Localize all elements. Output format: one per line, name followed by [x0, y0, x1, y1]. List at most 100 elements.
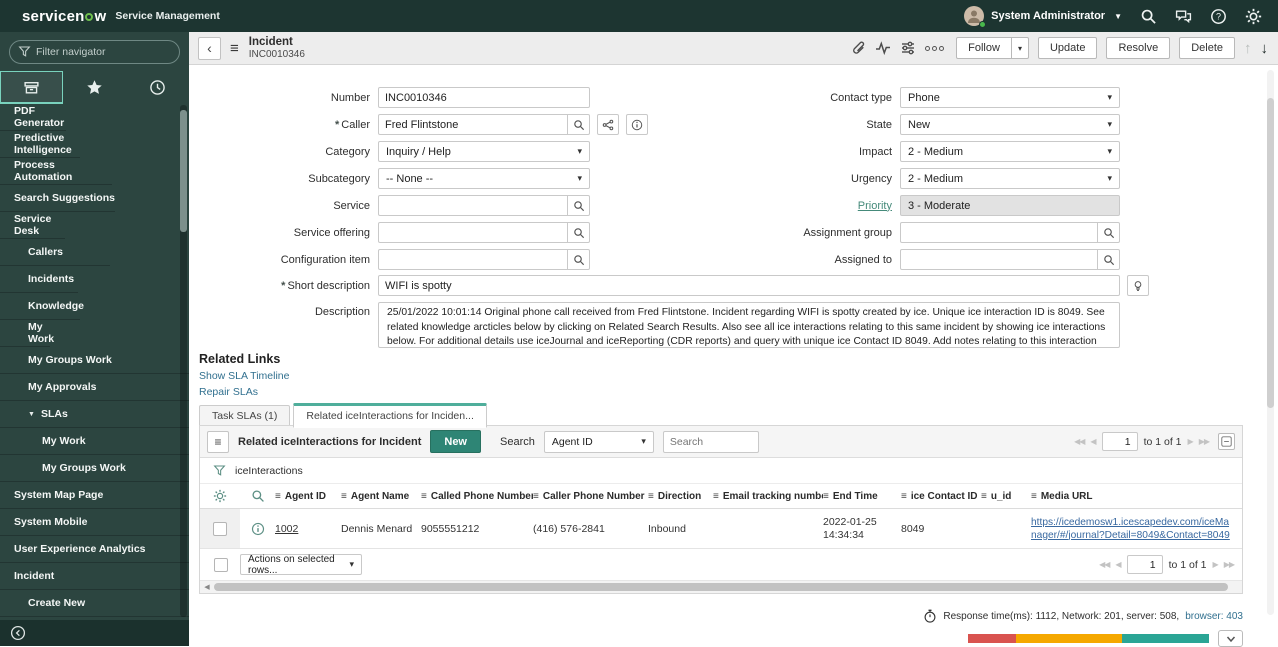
column-menu-icon[interactable]: ≡ [713, 491, 719, 502]
last-page-icon[interactable]: ▶▶ [1224, 560, 1235, 569]
gear-icon[interactable] [1245, 8, 1262, 25]
follow-button[interactable]: Follow [956, 37, 1012, 59]
column-menu-icon[interactable]: ≡ [1031, 491, 1037, 502]
resolve-button[interactable]: Resolve [1106, 37, 1171, 59]
sidebar-item[interactable]: ▼ My Work [0, 428, 189, 455]
column-menu-icon[interactable]: ≡ [901, 491, 907, 502]
sidebar-item[interactable]: ▼ User Experience Analytics [0, 536, 189, 563]
sidebar-item[interactable]: ▼ Service Desk [0, 212, 65, 239]
user-menu[interactable]: System Administrator ▼ [964, 6, 1122, 28]
sidebar-scrollbar-thumb[interactable] [180, 110, 187, 232]
servicenow-logo[interactable]: servicen w [22, 8, 106, 25]
new-button[interactable]: New [430, 430, 481, 453]
column-menu-icon[interactable]: ≡ [823, 491, 829, 502]
assigned-to-lookup-button[interactable] [1098, 249, 1120, 270]
response-browser-link[interactable]: browser: 403 [1185, 611, 1243, 622]
sidebar-item[interactable]: ▼ PDF Generator [0, 104, 66, 131]
page-number-input[interactable] [1126, 555, 1163, 574]
back-button[interactable]: ‹ [198, 36, 221, 60]
next-page-icon[interactable]: ▶ [1188, 437, 1194, 446]
repair-slas-link[interactable]: Repair SLAs [199, 386, 289, 398]
expand-timing-button[interactable] [1218, 630, 1243, 647]
first-page-icon[interactable]: ◀◀ [1074, 437, 1085, 446]
tab-related-iceinteractions[interactable]: Related iceInteractions for Inciden... [293, 403, 487, 428]
attachment-icon[interactable] [850, 40, 866, 56]
column-menu-icon[interactable]: ≡ [981, 491, 987, 502]
column-menu-icon[interactable]: ≡ [533, 491, 539, 502]
form-context-menu-icon[interactable]: ≡ [230, 40, 239, 57]
page-number-input[interactable] [1101, 432, 1138, 451]
column-header[interactable]: ≡ Agent Name [341, 491, 421, 502]
breadcrumb-all-link[interactable]: iceInteractions [235, 465, 303, 477]
sidebar-item[interactable]: ▼ Search Suggestions [0, 185, 115, 212]
column-header[interactable]: ≡ Email tracking number [713, 491, 823, 502]
state-select[interactable]: New ▾ [900, 114, 1120, 135]
main-scrollbar[interactable] [1267, 70, 1274, 615]
horizontal-scrollbar-thumb[interactable] [214, 583, 1228, 591]
show-sla-timeline-link[interactable]: Show SLA Timeline [199, 370, 289, 382]
sidebar-item[interactable]: ▼ Predictive Intelligence [0, 131, 80, 158]
horizontal-scrollbar[interactable]: ◀ [200, 581, 1242, 593]
service-offering-input[interactable] [378, 222, 568, 243]
column-menu-icon[interactable]: ≡ [648, 491, 654, 502]
minimize-list-icon[interactable] [1218, 433, 1235, 450]
column-menu-icon[interactable]: ≡ [341, 491, 347, 502]
tab-favorites[interactable] [63, 71, 126, 104]
select-all-checkbox[interactable] [214, 557, 228, 572]
category-select[interactable]: Inquiry / Help ▾ [378, 141, 590, 162]
next-record-icon[interactable]: ↓ [1261, 40, 1269, 57]
configuration-item-lookup-button[interactable] [568, 249, 590, 270]
sidebar-item[interactable]: ▼ Incident [0, 563, 189, 590]
column-header[interactable]: ≡ ice Contact ID [901, 491, 981, 502]
column-menu-icon[interactable]: ≡ [421, 491, 427, 502]
column-header[interactable]: ≡ Called Phone Number [421, 491, 533, 502]
sidebar-item[interactable]: ▼ My Work [0, 320, 54, 347]
tab-all-applications[interactable] [0, 71, 63, 104]
first-page-icon[interactable]: ◀◀ [1099, 560, 1110, 569]
sidebar-item[interactable]: ▼ System Mobile [0, 509, 189, 536]
sidebar-item[interactable]: ▼ Incidents [0, 266, 78, 293]
sidebar-item[interactable]: ▼ Knowledge [0, 293, 84, 320]
column-header[interactable]: ≡ Caller Phone Number [533, 491, 648, 502]
column-header[interactable]: ≡ u_id [981, 491, 1031, 502]
column-header[interactable]: ≡ Agent ID [275, 491, 341, 502]
impact-select[interactable]: 2 - Medium ▾ [900, 141, 1120, 162]
urgency-select[interactable]: 2 - Medium ▾ [900, 168, 1120, 189]
more-options-icon[interactable] [925, 45, 945, 51]
update-button[interactable]: Update [1037, 37, 1098, 59]
number-input[interactable] [378, 87, 590, 108]
column-menu-icon[interactable]: ≡ [275, 491, 281, 502]
sidebar-item[interactable]: ▼ Callers [0, 239, 110, 266]
media-url-link[interactable]: https://icedemosw1.icescapedev.com/iceMa… [1031, 516, 1242, 542]
sidebar-item[interactable]: ▼ SLAs [0, 401, 189, 428]
caller-lookup-button[interactable] [568, 114, 590, 135]
previous-page-icon[interactable]: ◀ [1090, 437, 1096, 446]
help-icon[interactable]: ? [1210, 8, 1227, 25]
follow-dropdown-button[interactable]: ▾ [1011, 37, 1029, 59]
personalize-form-icon[interactable] [900, 40, 916, 56]
sidebar-item[interactable]: ▼ Process Automation [0, 158, 112, 185]
column-header[interactable]: ≡ End Time [823, 491, 901, 502]
table-row[interactable]: 1002 Dennis Menard 9055551212 (416) 576-… [200, 509, 1242, 549]
sidebar-item[interactable]: ▼ Create New [0, 590, 189, 617]
suggestion-bulb-button[interactable] [1127, 275, 1149, 296]
assignment-group-lookup-button[interactable] [1098, 222, 1120, 243]
activity-stream-icon[interactable] [875, 40, 891, 56]
list-context-menu-icon[interactable]: ≡ [207, 430, 229, 453]
search-icon[interactable] [1140, 8, 1157, 25]
actions-select[interactable]: Actions on selected rows... ▾ [240, 554, 362, 576]
sidebar-item[interactable]: ▼ My Groups Work [0, 347, 189, 374]
caller-input[interactable] [378, 114, 568, 135]
assignment-group-input[interactable] [900, 222, 1098, 243]
filter-navigator-input[interactable] [9, 40, 180, 64]
sidebar-item[interactable]: ▼ My Approvals [0, 374, 189, 401]
list-search-input[interactable] [662, 430, 759, 453]
delete-button[interactable]: Delete [1179, 37, 1235, 59]
next-page-icon[interactable]: ▶ [1213, 560, 1219, 569]
caller-info-button[interactable] [626, 114, 648, 135]
contact-type-select[interactable]: Phone ▾ [900, 87, 1120, 108]
main-scrollbar-thumb[interactable] [1267, 98, 1274, 408]
service-input[interactable] [378, 195, 568, 216]
assigned-to-input[interactable] [900, 249, 1098, 270]
configuration-item-input[interactable] [378, 249, 568, 270]
